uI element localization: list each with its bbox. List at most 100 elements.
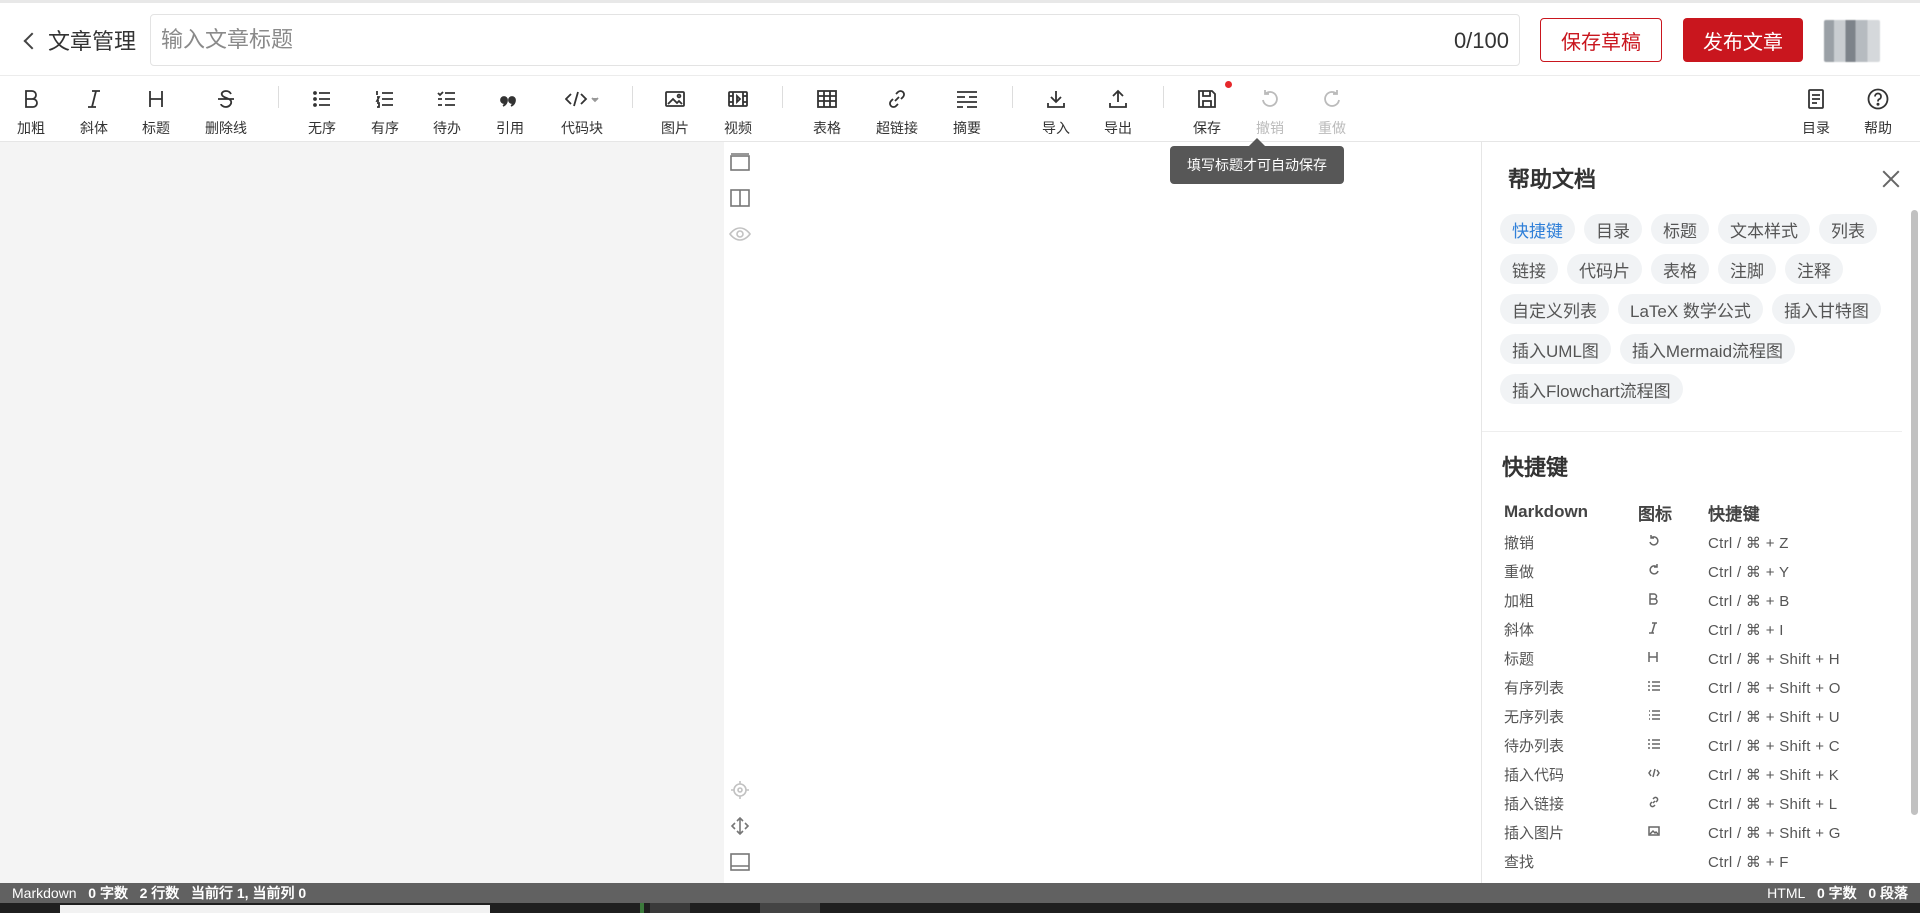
locate-cursor-icon[interactable]: [728, 778, 752, 802]
todo-list-icon: [437, 84, 457, 114]
help-tag-mermaid[interactable]: 插入Mermaid流程图: [1619, 334, 1796, 364]
column-header: 快捷键: [1708, 504, 1760, 524]
help-panel-title: 帮助文档: [1508, 167, 1597, 192]
shortcut-keys: Ctrl / ⌘ + I: [1708, 621, 1784, 639]
toggle-layout-icon[interactable]: [728, 850, 752, 874]
status-left: Markdown 0 字数 2 行数 当前行 1, 当前列 0: [12, 883, 306, 903]
shortcut-name: 查找: [1504, 854, 1535, 871]
help-tag-table[interactable]: 表格: [1651, 254, 1709, 284]
image-label: 图片: [661, 120, 689, 136]
ordered-list-button[interactable]: 有序: [366, 76, 404, 142]
strikethrough-button[interactable]: 删除线: [200, 76, 252, 142]
back-to-article-management[interactable]: 文章管理: [23, 25, 136, 55]
help-tag-footnote[interactable]: 注脚: [1718, 254, 1776, 284]
split-view-icon[interactable]: [728, 186, 752, 210]
status-line-count: 2 行数: [139, 885, 180, 901]
image-button[interactable]: 图片: [656, 76, 694, 142]
bold-button[interactable]: 加粗: [12, 76, 50, 142]
help-tag-link[interactable]: 链接: [1500, 254, 1558, 284]
shortcut-keys: Ctrl / ⌘ + Shift + C: [1708, 737, 1840, 755]
shortcut-name: 撤销: [1504, 535, 1535, 552]
help-tag-flowchart[interactable]: 插入Flowchart流程图: [1500, 374, 1683, 404]
redo-icon: [1638, 563, 1708, 580]
help-tag-shortcuts[interactable]: 快捷键: [1500, 214, 1575, 244]
code-block-button[interactable]: 代码块: [555, 76, 609, 142]
save-label: 保存: [1193, 120, 1221, 136]
strikethrough-icon: [216, 84, 236, 114]
save-button[interactable]: 保存: [1188, 76, 1226, 142]
heading-icon: [147, 84, 165, 114]
export-button[interactable]: 导出: [1099, 76, 1137, 142]
help-tag-gantt[interactable]: 插入甘特图: [1771, 294, 1881, 324]
user-avatar[interactable]: [1824, 20, 1880, 62]
video-icon: [728, 84, 748, 114]
redo-button[interactable]: 重做: [1313, 76, 1351, 142]
table-row: 待办列表 Ctrl / ⌘ + Shift + C: [1504, 731, 1894, 760]
help-tag-list[interactable]: 列表: [1819, 214, 1877, 244]
shortcut-keys: Ctrl / ⌘ + Shift + G: [1708, 824, 1841, 842]
shortcut-keys: Ctrl / ⌘ + Y: [1708, 563, 1790, 581]
table-row: 插入代码 Ctrl / ⌘ + Shift + K: [1504, 760, 1894, 789]
unordered-list-button[interactable]: 无序: [303, 76, 341, 142]
italic-label: 斜体: [80, 120, 108, 136]
italic-button[interactable]: 斜体: [75, 76, 113, 142]
markdown-editor-pane[interactable]: [0, 142, 724, 883]
table-row: 插入链接 Ctrl / ⌘ + Shift + L: [1504, 789, 1894, 818]
table-row: 插入图片 Ctrl / ⌘ + Shift + G: [1504, 818, 1894, 847]
help-tag-text-style[interactable]: 文本样式: [1718, 214, 1810, 244]
shortcut-keys: Ctrl / ⌘ + Shift + O: [1708, 679, 1841, 697]
table-of-contents-button[interactable]: 目录: [1797, 76, 1835, 142]
table-row: 斜体 Ctrl / ⌘ + I: [1504, 615, 1894, 644]
unordered-list-icon: [1638, 708, 1708, 725]
shortcut-name: 斜体: [1504, 622, 1535, 639]
undo-button[interactable]: 撤销: [1251, 76, 1289, 142]
unordered-list-label: 无序: [308, 120, 336, 136]
video-button[interactable]: 视频: [719, 76, 757, 142]
hyperlink-button[interactable]: 超链接: [871, 76, 923, 142]
todo-list-button[interactable]: 待办: [428, 76, 466, 142]
article-title-input[interactable]: [161, 15, 1311, 65]
help-tag-custom-list[interactable]: 自定义列表: [1500, 294, 1609, 324]
quote-label: 引用: [496, 120, 524, 136]
help-button[interactable]: 帮助: [1859, 76, 1897, 142]
redo-label: 重做: [1318, 120, 1346, 136]
help-panel-scrollbar[interactable]: [1911, 210, 1918, 815]
save-icon: [1197, 84, 1217, 114]
undo-label: 撤销: [1256, 120, 1284, 136]
undo-icon: [1260, 84, 1280, 114]
help-tag-latex[interactable]: LaTeX 数学公式: [1618, 294, 1763, 324]
toolbar-divider: [278, 86, 279, 108]
close-icon[interactable]: [1880, 168, 1902, 190]
help-tag-code-snippet[interactable]: 代码片: [1567, 254, 1642, 284]
status-right: HTML 0 字数 0 段落: [1767, 883, 1908, 903]
heading-icon: [1638, 650, 1708, 667]
help-label: 帮助: [1864, 120, 1892, 136]
publish-article-button[interactable]: 发布文章: [1683, 18, 1803, 62]
column-header: Markdown: [1504, 502, 1589, 521]
shortcut-name: 插入图片: [1504, 825, 1565, 842]
article-title-field[interactable]: 0/100: [150, 14, 1520, 66]
help-tag-heading[interactable]: 标题: [1651, 214, 1709, 244]
help-tag-uml[interactable]: 插入UML图: [1500, 334, 1611, 364]
editor-only-mode-icon[interactable]: [728, 150, 752, 174]
ordered-list-icon: [1638, 679, 1708, 696]
status-cursor-position: 当前行 1, 当前列 0: [190, 885, 307, 901]
summary-button[interactable]: 摘要: [948, 76, 986, 142]
help-tag-toc[interactable]: 目录: [1584, 214, 1642, 244]
heading-button[interactable]: 标题: [137, 76, 175, 142]
quote-button[interactable]: 引用: [491, 76, 529, 142]
shortcut-keys: Ctrl / ⌘ + Shift + H: [1708, 650, 1840, 668]
toolbar-divider: [1012, 86, 1013, 108]
taskbar-item: [760, 903, 820, 913]
table-label: 表格: [813, 120, 841, 136]
import-button[interactable]: 导入: [1037, 76, 1075, 142]
preview-eye-icon[interactable]: [728, 222, 752, 246]
save-draft-button[interactable]: 保存草稿: [1540, 18, 1662, 62]
summary-icon: [956, 84, 978, 114]
redo-icon: [1322, 84, 1342, 114]
table-button[interactable]: 表格: [808, 76, 846, 142]
help-tag-comment[interactable]: 注释: [1785, 254, 1843, 284]
fullscreen-icon[interactable]: [728, 814, 752, 838]
help-topic-tags: 快捷键 目录 标题 文本样式 列表 链接 代码片 表格 注脚 注释 自定义列表 …: [1500, 214, 1900, 414]
italic-icon: [1638, 621, 1708, 638]
